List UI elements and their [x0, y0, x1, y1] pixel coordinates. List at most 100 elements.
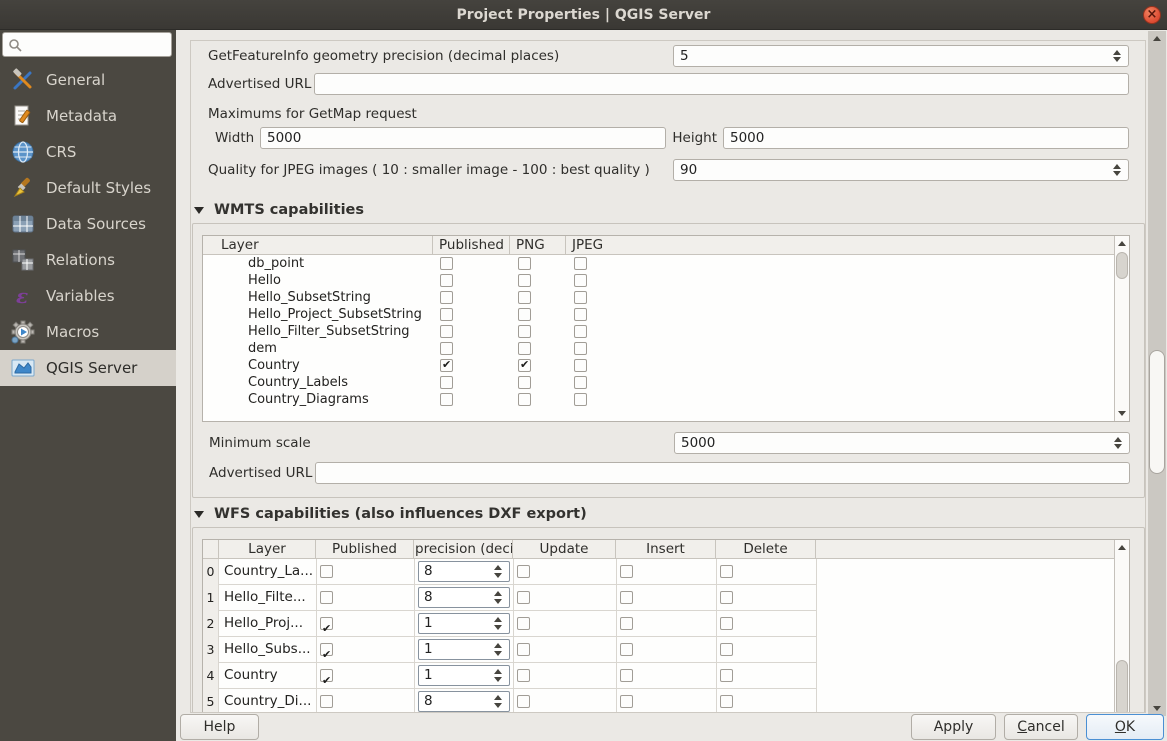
- wmts-layer-row[interactable]: Hello: [203, 272, 1114, 289]
- width-input[interactable]: 5000: [260, 127, 666, 149]
- jpeg-checkbox[interactable]: [574, 291, 587, 304]
- scroll-up-icon[interactable]: [1148, 31, 1166, 47]
- scroll-up-icon[interactable]: [1115, 236, 1129, 251]
- spin-down-icon[interactable]: [494, 573, 502, 578]
- precision-spinbox[interactable]: 1: [418, 665, 510, 686]
- spinner-arrows-icon[interactable]: [493, 614, 505, 633]
- scroll-down-icon[interactable]: [1115, 406, 1129, 421]
- spin-up-icon[interactable]: [494, 695, 502, 700]
- title-bar[interactable]: Project Properties | QGIS Server ×: [0, 0, 1167, 30]
- precision-spinbox[interactable]: 1: [418, 639, 510, 660]
- published-checkbox[interactable]: [440, 325, 453, 338]
- spin-up-icon[interactable]: [494, 591, 502, 596]
- search-input[interactable]: [2, 32, 172, 57]
- jpeg-checkbox[interactable]: [574, 393, 587, 406]
- wfs-layer-row[interactable]: 0Country_La...8: [203, 559, 816, 585]
- spin-down-icon[interactable]: [494, 599, 502, 604]
- png-checkbox[interactable]: [518, 325, 531, 338]
- update-checkbox[interactable]: [517, 591, 530, 604]
- wmts-table-scrollbar[interactable]: [1114, 236, 1129, 421]
- spinner-arrows-icon[interactable]: [1112, 46, 1124, 66]
- update-checkbox[interactable]: [517, 565, 530, 578]
- scrollbar-thumb[interactable]: [1116, 660, 1128, 713]
- wmts-section-header[interactable]: WMTS capabilities: [191, 202, 591, 220]
- sidebar-item-crs[interactable]: CRS: [0, 134, 176, 170]
- ok-button[interactable]: OK: [1086, 714, 1164, 740]
- published-checkbox[interactable]: [320, 591, 333, 604]
- insert-checkbox[interactable]: [620, 669, 633, 682]
- published-checkbox[interactable]: [320, 617, 333, 630]
- published-checkbox[interactable]: [440, 376, 453, 389]
- delete-checkbox[interactable]: [720, 617, 733, 630]
- sidebar-item-relations[interactable]: Relations: [0, 242, 176, 278]
- spin-up-icon[interactable]: [494, 617, 502, 622]
- sidebar-item-default-styles[interactable]: Default Styles: [0, 170, 176, 206]
- wmts-layer-row[interactable]: Country_Diagrams: [203, 391, 1114, 408]
- wfs-table-scrollbar[interactable]: [1114, 540, 1129, 713]
- spinner-arrows-icon[interactable]: [493, 562, 505, 581]
- delete-checkbox[interactable]: [720, 643, 733, 656]
- png-checkbox[interactable]: [518, 393, 531, 406]
- sidebar-item-data-sources[interactable]: Data Sources: [0, 206, 176, 242]
- getfeatureinfo-spinbox[interactable]: 5: [673, 45, 1129, 67]
- published-checkbox[interactable]: [440, 308, 453, 321]
- wmts-layer-row[interactable]: Country_Labels: [203, 374, 1114, 391]
- scrollbar-thumb[interactable]: [1116, 252, 1128, 279]
- apply-button[interactable]: Apply: [911, 714, 996, 740]
- insert-checkbox[interactable]: [620, 617, 633, 630]
- spin-up-icon[interactable]: [494, 669, 502, 674]
- published-checkbox[interactable]: [320, 695, 333, 708]
- png-checkbox[interactable]: [518, 342, 531, 355]
- window-scrollbar[interactable]: [1148, 31, 1166, 716]
- spinner-arrows-icon[interactable]: [493, 692, 505, 711]
- help-button[interactable]: Help: [180, 714, 259, 740]
- delete-checkbox[interactable]: [720, 565, 733, 578]
- insert-checkbox[interactable]: [620, 695, 633, 708]
- wfs-layer-row[interactable]: 4Country1: [203, 663, 816, 689]
- insert-checkbox[interactable]: [620, 643, 633, 656]
- spinner-arrows-icon[interactable]: [493, 640, 505, 659]
- collapse-triangle-icon[interactable]: [194, 511, 204, 518]
- height-input[interactable]: 5000: [723, 127, 1129, 149]
- collapse-triangle-icon[interactable]: [194, 207, 204, 214]
- delete-checkbox[interactable]: [720, 591, 733, 604]
- update-checkbox[interactable]: [517, 669, 530, 682]
- wfs-section-header[interactable]: WFS capabilities (also influences DXF ex…: [191, 506, 691, 524]
- sidebar-item-qgis-server[interactable]: QGIS Server: [0, 350, 176, 386]
- spinner-arrows-icon[interactable]: [493, 666, 505, 685]
- published-checkbox[interactable]: [440, 359, 453, 372]
- published-checkbox[interactable]: [320, 643, 333, 656]
- close-icon[interactable]: ×: [1143, 6, 1161, 24]
- sidebar-item-metadata[interactable]: Metadata: [0, 98, 176, 134]
- precision-spinbox[interactable]: 8: [418, 561, 510, 582]
- published-checkbox[interactable]: [440, 393, 453, 406]
- wmts-layer-row[interactable]: Country: [203, 357, 1114, 374]
- wfs-layer-row[interactable]: 5Country_Di...8: [203, 689, 816, 713]
- minimum-scale-spinbox[interactable]: 5000: [674, 432, 1130, 454]
- spin-down-icon[interactable]: [494, 651, 502, 656]
- jpeg-checkbox[interactable]: [574, 376, 587, 389]
- wmts-layer-row[interactable]: dem: [203, 340, 1114, 357]
- jpeg-checkbox[interactable]: [574, 325, 587, 338]
- delete-checkbox[interactable]: [720, 695, 733, 708]
- wmts-layer-row[interactable]: Hello_Filter_SubsetString: [203, 323, 1114, 340]
- sidebar-item-variables[interactable]: εVariables: [0, 278, 176, 314]
- scrollbar-thumb[interactable]: [1149, 350, 1165, 474]
- jpeg-quality-spinbox[interactable]: 90: [673, 159, 1129, 181]
- png-checkbox[interactable]: [518, 376, 531, 389]
- jpeg-checkbox[interactable]: [574, 359, 587, 372]
- published-checkbox[interactable]: [440, 342, 453, 355]
- png-checkbox[interactable]: [518, 359, 531, 372]
- spinner-arrows-icon[interactable]: [1113, 433, 1125, 453]
- scroll-up-icon[interactable]: [1115, 540, 1129, 555]
- spin-down-icon[interactable]: [494, 703, 502, 708]
- png-checkbox[interactable]: [518, 257, 531, 270]
- precision-spinbox[interactable]: 8: [418, 691, 510, 712]
- update-checkbox[interactable]: [517, 643, 530, 656]
- jpeg-checkbox[interactable]: [574, 308, 587, 321]
- wmts-layer-row[interactable]: db_point: [203, 255, 1114, 272]
- spin-up-icon[interactable]: [494, 643, 502, 648]
- precision-spinbox[interactable]: 8: [418, 587, 510, 608]
- spin-down-icon[interactable]: [494, 677, 502, 682]
- update-checkbox[interactable]: [517, 617, 530, 630]
